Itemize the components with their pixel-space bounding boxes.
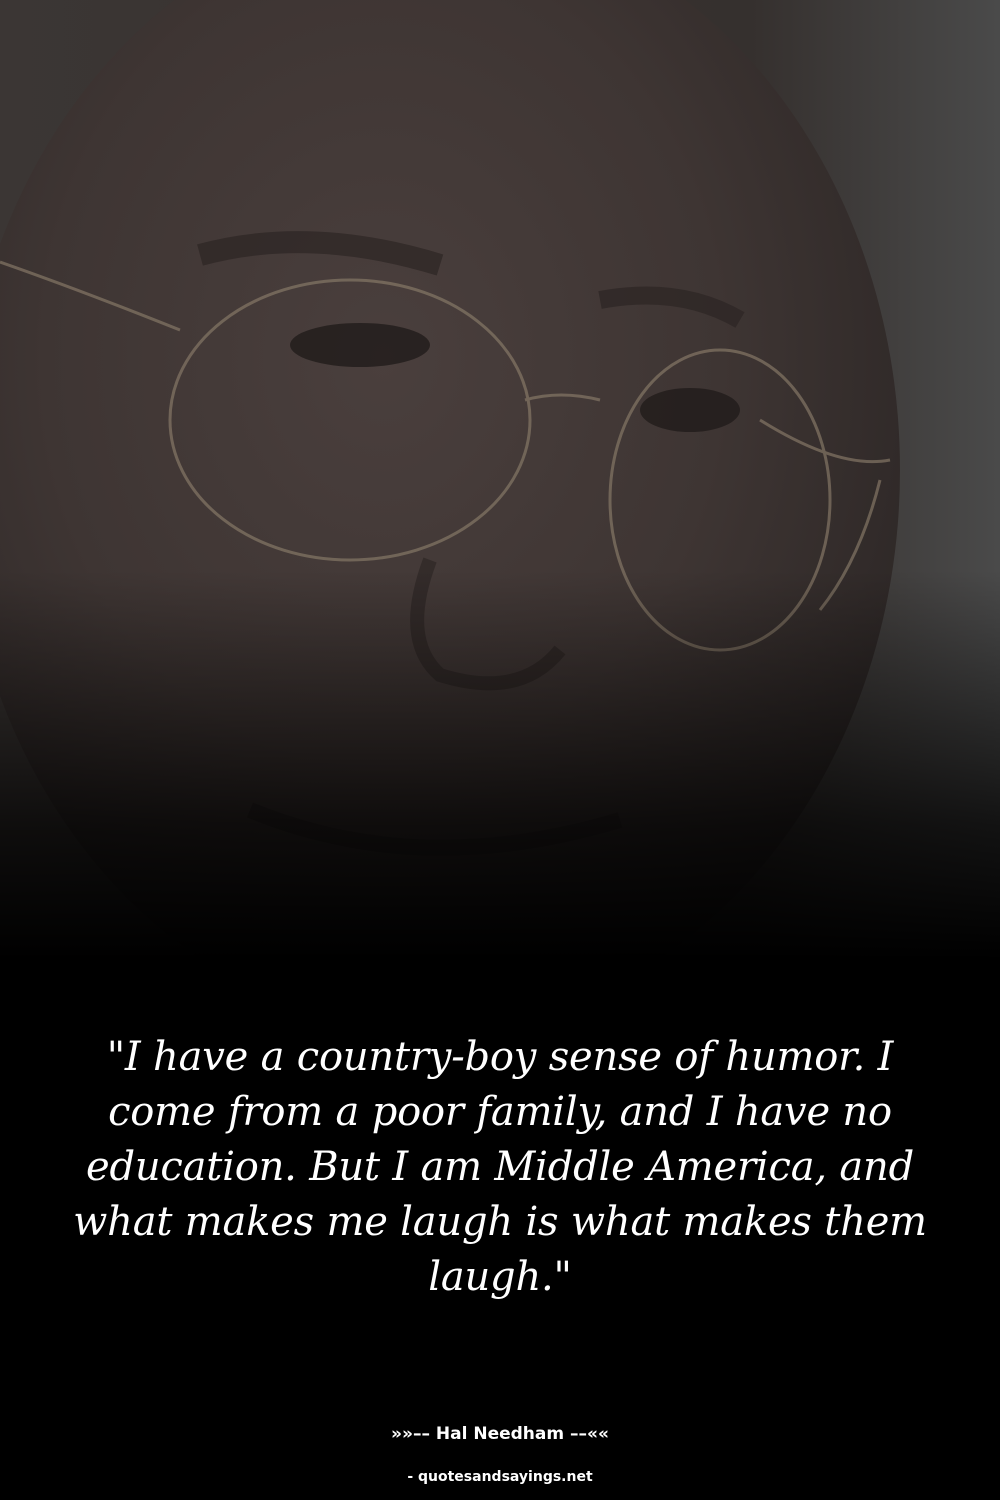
- quote-block: "I have a country-boy sense of humor. I …: [50, 1030, 950, 1305]
- quote-text: "I have a country-boy sense of humor. I …: [73, 1034, 927, 1300]
- author-attribution: »»–– Hal Needham ––««: [391, 1424, 609, 1444]
- source-credit: - quotesandsayings.net: [407, 1469, 593, 1485]
- quote-card: "I have a country-boy sense of humor. I …: [0, 0, 1000, 1500]
